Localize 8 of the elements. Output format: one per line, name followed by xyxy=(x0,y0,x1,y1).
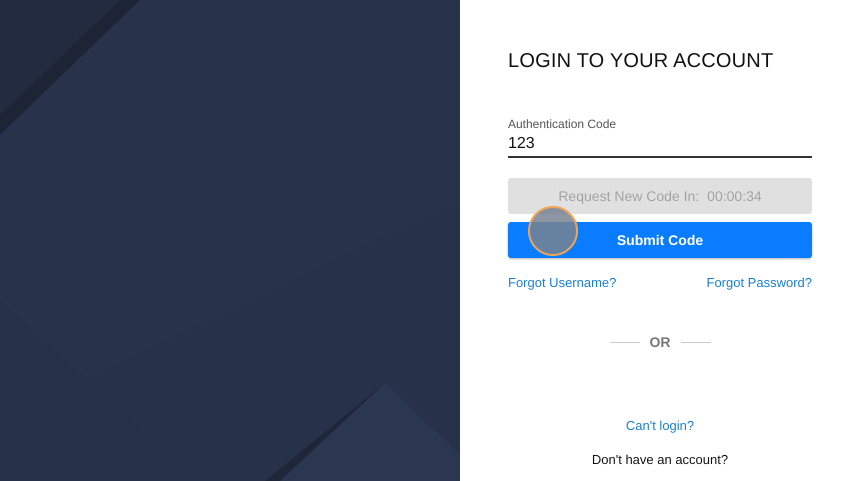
login-title: LOGIN TO YOUR ACCOUNT xyxy=(508,50,774,73)
authentication-code-field[interactable]: 123 xyxy=(508,135,812,158)
forgot-link[interactable]: Forgot Username? xyxy=(508,275,616,290)
or-divider: OR xyxy=(650,334,670,350)
field-label: Authentication Code xyxy=(508,117,618,131)
forgot-link[interactable]: Forgot Password? xyxy=(706,275,812,290)
signup-prompt: Don't have an account? xyxy=(592,452,728,467)
cant-login-link[interactable]: Can't login? xyxy=(626,418,694,433)
